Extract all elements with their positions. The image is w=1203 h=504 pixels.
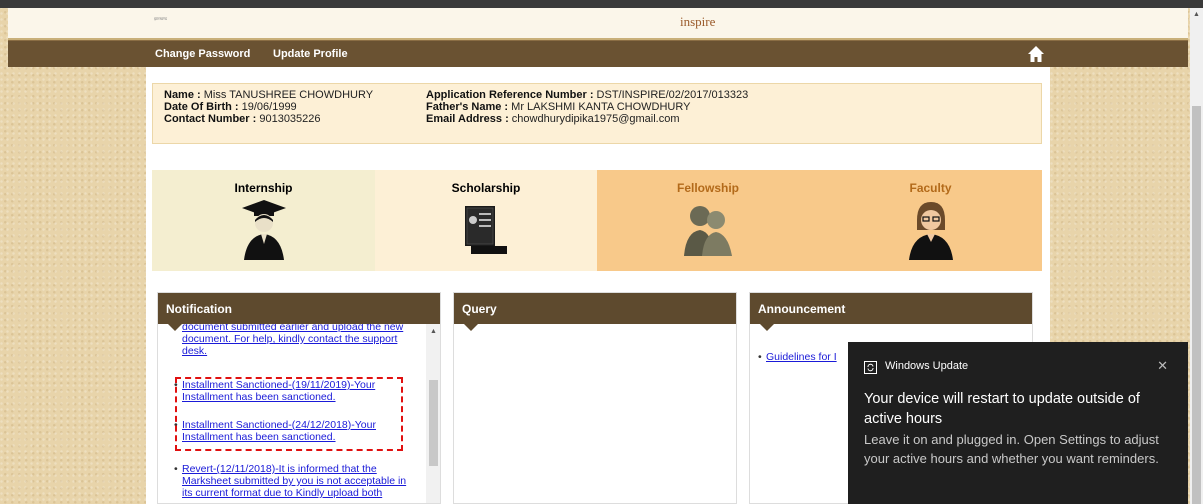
people-icon <box>684 206 732 256</box>
home-icon[interactable] <box>1027 45 1045 63</box>
profile-name: Name : Miss TANUSHREE CHOWDHURY <box>164 89 374 101</box>
notification-scrollbar[interactable]: ▲ <box>426 324 440 503</box>
notification-scrollbar-thumb[interactable] <box>429 380 438 466</box>
profile-father-name: Father's Name : Mr LAKSHMI KANTA CHOWDHU… <box>426 101 691 113</box>
query-panel: Query <box>453 292 737 504</box>
announcement-link[interactable]: Guidelines for I <box>766 351 837 363</box>
scroll-up-icon[interactable]: ▲ <box>430 328 437 335</box>
notification-list[interactable]: document submitted earlier and upload th… <box>158 324 440 503</box>
query-title: Query <box>462 302 497 316</box>
query-header: Query <box>454 293 736 331</box>
notification-link[interactable]: document submitted earlier and upload th… <box>182 324 403 357</box>
page-scrollbar-thumb[interactable] <box>1192 106 1201 504</box>
tab-faculty-label: Faculty <box>909 181 952 195</box>
notification-link[interactable]: Installment Sanctioned-(19/11/2019)-Your… <box>182 379 375 403</box>
close-icon[interactable]: ✕ <box>1157 358 1168 374</box>
profile-ref-number: Application Reference Number : DST/INSPI… <box>426 89 749 101</box>
announcement-header: Announcement <box>750 293 1032 331</box>
site-header: झारखण्ड inspire <box>8 8 1188 40</box>
scroll-up-icon[interactable]: ▲ <box>1193 11 1200 18</box>
profile-email: Email Address : chowdhurydipika1975@gmai… <box>426 113 680 125</box>
header-notch <box>464 324 478 331</box>
graduate-icon <box>241 200 286 260</box>
category-tabs: Internship Scholarship Fellowship Facult… <box>152 170 1042 271</box>
list-item[interactable]: • Installment Sanctioned-(19/11/2019)-Yo… <box>174 379 418 403</box>
list-item[interactable]: • Revert-(12/11/2018)-It is informed tha… <box>174 463 418 499</box>
tab-internship-label: Internship <box>234 181 293 195</box>
tab-faculty[interactable]: Faculty <box>819 170 1042 271</box>
teacher-icon <box>908 202 953 260</box>
certificate-icon <box>465 206 507 254</box>
top-nav: Change Password Update Profile <box>8 40 1188 67</box>
windows-update-toast[interactable]: Windows Update ✕ Your device will restar… <box>848 342 1188 504</box>
profile-dob: Date Of Birth : 19/06/1999 <box>164 101 297 113</box>
tab-scholarship-label: Scholarship <box>451 181 521 195</box>
update-profile-link[interactable]: Update Profile <box>273 48 348 60</box>
toast-body: Leave it on and plugged in. Open Setting… <box>864 432 1159 466</box>
tab-internship[interactable]: Internship <box>152 170 375 271</box>
windows-update-icon <box>864 361 877 374</box>
notification-panel: Notification document submitted earlier … <box>157 292 441 504</box>
window-top-strip <box>0 0 1203 8</box>
page-scrollbar[interactable]: ▲ <box>1190 8 1203 504</box>
header-small-text: झारखण्ड <box>154 16 168 21</box>
list-item[interactable]: • Installment Sanctioned-(24/12/2018)-Yo… <box>174 419 418 443</box>
header-notch <box>760 324 774 331</box>
notification-header: Notification <box>158 293 440 331</box>
tab-scholarship[interactable]: Scholarship <box>375 170 597 271</box>
tab-fellowship-label: Fellowship <box>676 181 739 195</box>
change-password-link[interactable]: Change Password <box>155 48 250 60</box>
announcement-title: Announcement <box>758 302 846 316</box>
profile-summary: Name : Miss TANUSHREE CHOWDHURY Date Of … <box>152 83 1042 144</box>
notification-title: Notification <box>166 302 232 316</box>
toast-header: Windows Update <box>885 360 969 372</box>
profile-contact: Contact Number : 9013035226 <box>164 113 321 125</box>
notification-link[interactable]: Revert-(12/11/2018)-It is informed that … <box>182 463 406 499</box>
toast-title: Your device will restart to update outsi… <box>864 391 1140 427</box>
tab-fellowship[interactable]: Fellowship <box>597 170 819 271</box>
notification-link[interactable]: Installment Sanctioned-(24/12/2018)-Your… <box>182 419 376 443</box>
inspire-logo[interactable]: inspire <box>680 14 715 30</box>
list-item[interactable]: document submitted earlier and upload th… <box>182 324 418 357</box>
